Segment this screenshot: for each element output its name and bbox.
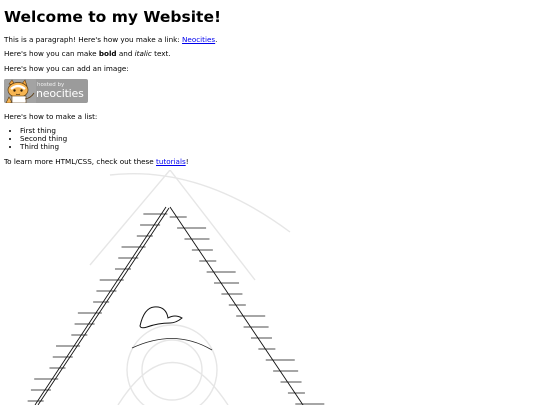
neocities-cat-icon [4,79,36,103]
intro-text: This is a paragraph! Here's how you make… [4,35,183,44]
outro-text: To learn more HTML/CSS, check out these [4,157,157,166]
list-item: Third thing [20,143,67,151]
formatting-end: text. [151,49,171,58]
neocities-link[interactable]: Neocities [182,35,215,44]
bold-text: bold [98,49,117,58]
formatting-text: Here's how you can make [4,49,99,58]
right-side-dashes [169,216,325,405]
intro-paragraph: This is a paragraph! Here's how you make… [4,35,217,44]
badge-brand-text: neocities [36,87,84,100]
formatting-paragraph: Here's how you can make bold and italic … [4,49,171,58]
italic-text: italic [134,49,152,58]
outro-end: ! [185,157,189,166]
intro-end: . [215,35,218,44]
example-list: First thing Second thing Third thing [10,127,67,151]
triangle-outline [34,206,304,405]
formatting-middle: and [116,49,135,58]
image-intro: Here's how you can add an image: [4,64,129,73]
list-intro: Here's how to make a list: [4,112,98,121]
triangle-drawing [27,170,325,405]
outro-paragraph: To learn more HTML/CSS, check out these … [4,157,189,166]
faint-background-sketch [89,170,291,405]
neocities-badge[interactable]: hosted by neocities [4,79,88,103]
web-page: Welcome to my Website! This is a paragra… [0,0,540,405]
page-heading: Welcome to my Website! [4,8,222,26]
tutorials-link[interactable]: tutorials [156,157,186,166]
